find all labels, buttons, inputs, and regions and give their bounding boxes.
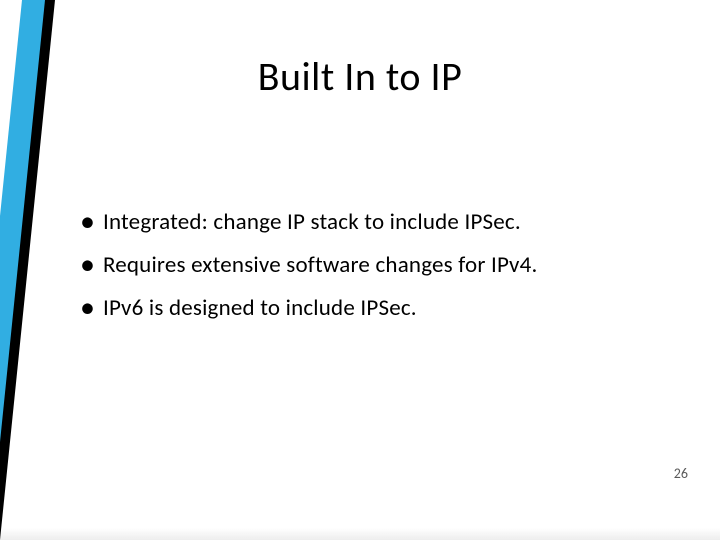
list-item: • IPv6 is designed to include IPSec. (80, 291, 660, 324)
list-item: • Integrated: change IP stack to include… (80, 205, 660, 238)
slide: Built In to IP • Integrated: change IP s… (0, 0, 720, 540)
list-item: • Requires extensive software changes fo… (80, 248, 660, 281)
bullet-list: • Integrated: change IP stack to include… (80, 205, 660, 334)
bullet-dot-icon: • (80, 250, 95, 280)
list-item-text: Integrated: change IP stack to include I… (103, 207, 521, 238)
bottom-shadow (0, 528, 720, 540)
slide-title: Built In to IP (0, 52, 720, 101)
bullet-dot-icon: • (80, 207, 95, 237)
bullet-dot-icon: • (80, 293, 95, 323)
page-number: 26 (674, 465, 688, 482)
list-item-text: Requires extensive software changes for … (103, 250, 538, 281)
list-item-text: IPv6 is designed to include IPSec. (103, 293, 417, 324)
